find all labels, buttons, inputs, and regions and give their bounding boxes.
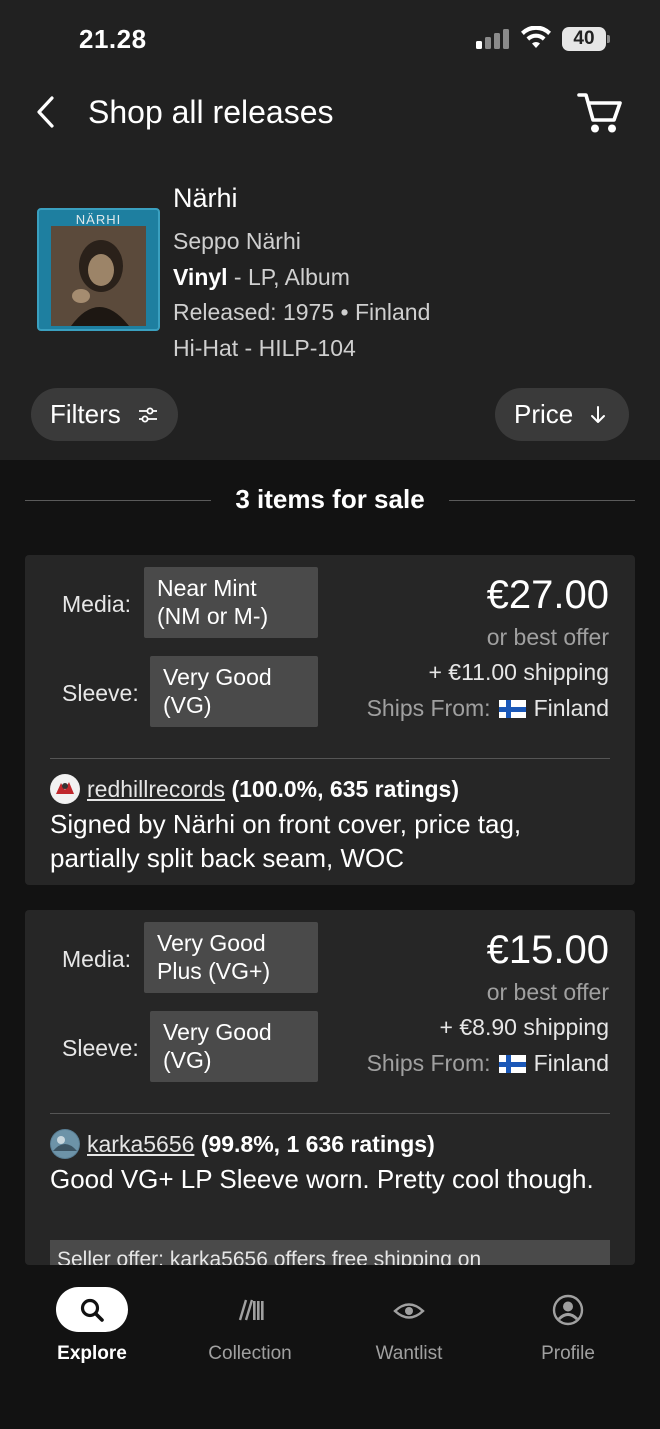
seller-rating: (100.0%, 635 ratings) xyxy=(231,776,460,802)
nav-profile-label: Profile xyxy=(541,1343,595,1364)
album-cover[interactable]: NÄRHI xyxy=(37,208,160,331)
nav-collection-label: Collection xyxy=(208,1343,292,1364)
profile-icon xyxy=(552,1294,584,1326)
release-label-catno[interactable]: Hi-Hat - HILP-104 xyxy=(173,335,356,362)
divider-right xyxy=(449,500,635,501)
listing-comment: Signed by Närhi on front cover, price ta… xyxy=(50,809,522,873)
release-header-panel: 21.28 40 Shop all releases NÄRHI Närhi S… xyxy=(0,0,660,460)
listing-price: €27.00 xyxy=(486,573,609,617)
ships-from-label: Ships From: xyxy=(366,1050,491,1076)
sleeve-condition-line2: (VG) xyxy=(163,692,212,718)
media-condition-line2: Plus (VG+) xyxy=(157,958,271,984)
cellular-signal-icon xyxy=(476,29,509,49)
sleeve-label: Sleeve: xyxy=(62,680,139,706)
ships-from-country: Finland xyxy=(533,1050,609,1076)
sleeve-label: Sleeve: xyxy=(62,1035,139,1061)
seller-avatar[interactable] xyxy=(50,774,80,804)
card-divider xyxy=(50,758,610,759)
finland-flag-icon xyxy=(498,700,526,718)
status-time: 21.28 xyxy=(79,24,147,54)
media-condition-badge: Near Mint (NM or M-) xyxy=(144,567,318,638)
wifi-icon xyxy=(521,26,551,48)
eye-icon xyxy=(393,1303,425,1319)
filters-label: Filters xyxy=(50,399,121,429)
seller-info: redhillrecords (100.0%, 635 ratings) xyxy=(87,776,459,803)
listing-comment: Good VG+ LP Sleeve worn. Pretty cool tho… xyxy=(50,1164,594,1194)
media-condition-line1: Near Mint xyxy=(157,575,257,601)
finland-flag-icon xyxy=(498,1055,526,1073)
filters-button[interactable]: Filters xyxy=(31,388,178,441)
card-divider xyxy=(50,1113,610,1114)
shopping-cart-icon[interactable] xyxy=(576,90,624,136)
release-date-country: Released: 1975 • Finland xyxy=(173,299,431,325)
ships-from: Ships From: Finland xyxy=(367,695,609,722)
seller-name-link[interactable]: redhillrecords xyxy=(87,776,225,802)
sleeve-condition-line1: Very Good xyxy=(163,664,272,690)
shipping-cost: + €8.90 shipping xyxy=(439,1014,609,1040)
media-label: Media: xyxy=(62,946,132,972)
listing-card[interactable]: Media: Very Good Plus (VG+) Sleeve: Very… xyxy=(25,910,635,1265)
page-title: Shop all releases xyxy=(88,94,334,130)
listing-price: €15.00 xyxy=(486,928,609,972)
ships-from-country: Finland xyxy=(533,695,609,721)
nav-wantlist-label: Wantlist xyxy=(375,1343,443,1364)
chevron-left-icon[interactable] xyxy=(30,92,64,132)
seller-name-link[interactable]: karka5656 xyxy=(87,1131,194,1157)
seller-rating: (99.8%, 1 636 ratings) xyxy=(200,1131,435,1157)
sleeve-condition-badge: Very Good (VG) xyxy=(150,656,318,727)
ships-from: Ships From: Finland xyxy=(367,1050,609,1077)
release-title: Närhi xyxy=(173,183,238,213)
sleeve-condition-line1: Very Good xyxy=(163,1019,272,1045)
arrow-down-icon xyxy=(591,406,605,423)
seller-info: karka5656 (99.8%, 1 636 ratings) xyxy=(87,1131,435,1158)
nav-explore-label: Explore xyxy=(57,1343,127,1364)
ships-from-label: Ships From: xyxy=(366,695,491,721)
search-icon xyxy=(80,1298,104,1322)
best-offer-text: or best offer xyxy=(486,979,609,1005)
sleeve-condition-line2: (VG) xyxy=(163,1047,212,1073)
format-type: Vinyl xyxy=(173,264,228,290)
media-condition-line2: (NM or M-) xyxy=(157,603,269,629)
cover-title-text: NÄRHI xyxy=(75,212,122,227)
shipping-cost: + €11.00 shipping xyxy=(428,659,609,685)
sliders-icon xyxy=(139,407,157,423)
release-format: Vinyl - LP, Album xyxy=(173,264,350,291)
format-detail: - LP, Album xyxy=(227,264,350,290)
sort-price-button[interactable]: Price xyxy=(495,388,629,441)
best-offer-text: or best offer xyxy=(486,624,609,650)
sort-label: Price xyxy=(514,399,574,429)
media-label: Media: xyxy=(62,591,132,617)
collection-icon xyxy=(238,1299,264,1321)
media-condition-badge: Very Good Plus (VG+) xyxy=(144,922,318,993)
cover-photo xyxy=(51,226,146,326)
battery-level: 40 xyxy=(573,28,595,49)
sleeve-condition-badge: Very Good (VG) xyxy=(150,1011,318,1082)
bottom-navigation: Explore Collection Wantlist Profile xyxy=(0,1265,660,1429)
seller-offer-banner[interactable]: Seller offer: karka5656 offers free ship… xyxy=(50,1240,610,1265)
listing-card[interactable]: Media: Near Mint (NM or M-) Sleeve: Very… xyxy=(25,555,635,885)
battery-icon: 40 xyxy=(562,27,610,51)
seller-avatar[interactable] xyxy=(50,1129,80,1159)
media-condition-line1: Very Good xyxy=(157,930,266,956)
release-artist[interactable]: Seppo Närhi xyxy=(173,228,301,255)
